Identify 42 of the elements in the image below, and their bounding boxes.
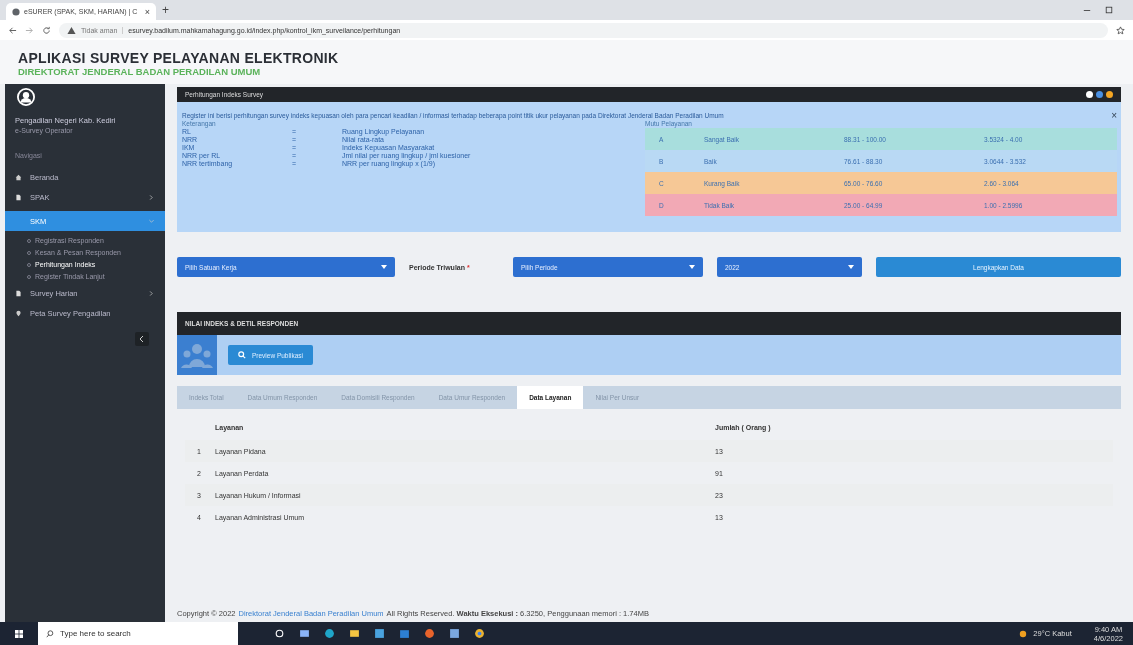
home-icon (15, 173, 22, 181)
sun-icon (1019, 629, 1028, 638)
dot-icon[interactable] (1096, 91, 1103, 98)
new-tab-button[interactable]: + (162, 3, 169, 17)
file-icon (15, 193, 22, 201)
app-icon[interactable] (449, 628, 460, 639)
app-title: APLIKASI SURVEY PELAYANAN ELEKTRONIK (18, 50, 340, 66)
chevron-right-icon (148, 193, 155, 201)
caret-icon (689, 265, 695, 269)
bullet-icon (27, 238, 31, 243)
back-icon[interactable] (8, 25, 17, 35)
star-icon[interactable] (1116, 25, 1125, 35)
bullet-icon (27, 250, 31, 255)
app-icon[interactable] (299, 628, 310, 639)
reload-icon[interactable] (42, 25, 51, 35)
app-icon[interactable] (374, 628, 385, 639)
chevron-down-icon (148, 217, 155, 225)
caret-icon (381, 265, 387, 269)
search-icon (46, 629, 54, 638)
people-icon (177, 335, 217, 375)
bullet-icon (27, 262, 31, 267)
app-subtitle: DIREKTORAT JENDERAL BADAN PERADILAN UMUM (18, 66, 262, 77)
app-icon[interactable] (474, 628, 485, 639)
dot-icon[interactable] (1106, 91, 1113, 98)
globe-icon (12, 7, 20, 16)
app-icon[interactable] (274, 628, 285, 639)
warning-icon (67, 25, 76, 35)
collapse-icon[interactable] (135, 332, 149, 346)
restore-icon[interactable] (1105, 6, 1113, 14)
chevron-right-icon (148, 289, 155, 297)
close-button[interactable]: × (1111, 112, 1117, 120)
dot-icon[interactable] (1086, 91, 1093, 98)
caret-icon (848, 265, 854, 269)
bullet-icon (27, 274, 31, 279)
search-icon (238, 351, 246, 359)
file-icon (15, 289, 22, 297)
pin-icon (15, 309, 22, 317)
close-tab-button[interactable]: × (144, 6, 150, 17)
start-icon[interactable] (14, 628, 24, 639)
avatar-icon (17, 88, 35, 106)
taskbar-search[interactable]: Type here to search (38, 622, 238, 645)
app-icon[interactable] (349, 628, 360, 639)
